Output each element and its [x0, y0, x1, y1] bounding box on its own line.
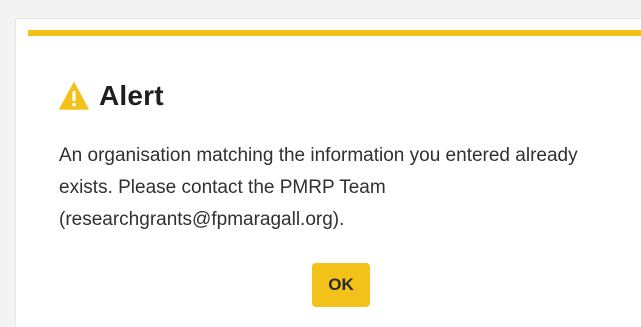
alert-dialog: Alert An organisation matching the infor… [15, 18, 641, 327]
ok-button[interactable]: OK [312, 263, 370, 307]
dialog-message: An organisation matching the information… [59, 145, 578, 230]
page: Alert An organisation matching the infor… [0, 0, 641, 327]
dialog-accent-bar [28, 30, 641, 36]
dialog-title: Alert [99, 80, 164, 111]
dialog-header: Alert [59, 82, 164, 110]
warning-triangle-icon [59, 82, 89, 110]
